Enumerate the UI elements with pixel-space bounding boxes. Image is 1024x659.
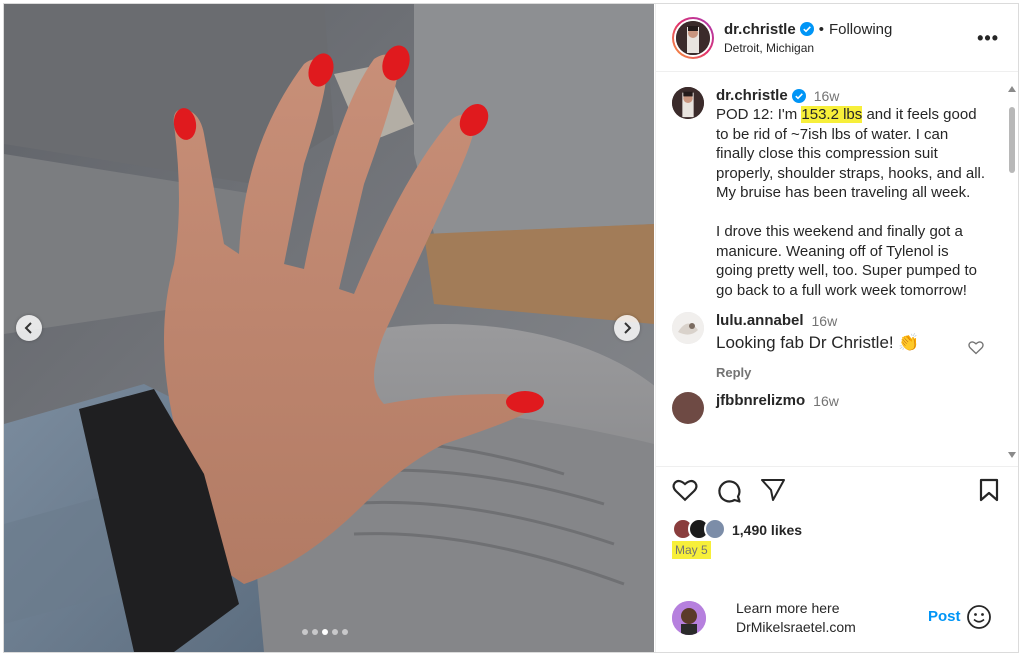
comment-text: Looking fab Dr Christle! 👏 [716,333,920,352]
caption-text-start: POD 12: I'm [716,106,802,123]
chevron-right-icon [624,322,632,334]
caption-paragraph-2: I drove this weekend and finally got a m… [716,223,977,299]
commenter-avatar[interactable] [672,392,704,424]
comment-input-line2: DrMikelsraetel.com [736,619,856,635]
share-paper-plane-icon[interactable] [760,478,786,502]
caption-time: 16w [813,87,840,104]
comments-section[interactable]: dr.christle 16w POD 12: I'm 153.2 lbs an… [656,73,1018,467]
comment-item: lulu.annabel 16w Looking fab Dr Christle… [656,300,1018,380]
like-comment-heart-icon[interactable] [968,340,984,355]
header-separator: • [818,20,824,38]
avatar-icon [676,20,710,55]
post-dialog: dr.christle • Following Detroit, Michiga… [3,3,1019,653]
comment-time: 16w [813,392,839,409]
emoji-icon[interactable] [966,604,992,630]
scrollbar-thumb[interactable] [1009,107,1015,173]
save-bookmark-icon[interactable] [978,478,1000,502]
scroll-down-arrow-icon[interactable] [1007,451,1017,459]
following-button[interactable]: Following [829,21,892,38]
post-location[interactable]: Detroit, Michigan [724,41,892,55]
current-user-avatar [672,601,706,635]
like-heart-icon[interactable] [672,478,698,502]
commenter-username[interactable]: lulu.annabel [716,312,804,329]
comment-input[interactable]: Learn more here DrMikelsraetel.com [736,599,856,637]
comment-item: jfbbnrelizmo 16w [656,380,1018,424]
comment-bubble-icon[interactable] [716,478,742,504]
liker-avatar [704,518,726,540]
scroll-up-arrow-icon[interactable] [1007,85,1017,93]
caption-text: POD 12: I'm 153.2 lbs and it feels good … [716,105,986,203]
highlighted-weight: 153.2 lbs [801,106,863,123]
carousel-dot [312,629,318,635]
caption-username[interactable]: dr.christle [716,87,788,104]
carousel-dot [302,629,308,635]
chevron-left-icon [24,322,32,334]
commenter-avatar[interactable] [672,312,704,344]
post-caption: dr.christle 16w POD 12: I'm 153.2 lbs an… [656,73,1018,300]
comment-input-line1: Learn more here [736,600,840,616]
verified-badge-icon [799,22,814,36]
likes-row: 1,490 likes [672,518,802,542]
add-comment-bar: Learn more here DrMikelsraetel.com Post [656,588,1018,648]
next-photo-button[interactable] [614,315,640,341]
carousel-dot [332,629,338,635]
previous-photo-button[interactable] [16,315,42,341]
reply-button[interactable]: Reply [716,365,920,380]
carousel-dot-active [322,629,328,635]
post-header: dr.christle • Following Detroit, Michiga… [656,4,1018,72]
commenter-username[interactable]: jfbbnrelizmo [716,392,805,409]
avatar-icon [672,312,704,344]
comments-scrollbar[interactable] [1006,81,1018,459]
post-side-panel: dr.christle • Following Detroit, Michiga… [655,4,1018,652]
avatar-icon [672,87,704,119]
photo-scene [4,4,654,652]
verified-badge-icon [791,88,806,103]
avatar-icon [672,601,706,635]
action-bar [672,478,1006,510]
carousel-dots [302,629,348,635]
more-options-button[interactable]: ••• [977,28,999,49]
carousel-dot [342,629,348,635]
comment-time: 16w [811,312,838,329]
author-username[interactable]: dr.christle [724,21,796,38]
post-comment-button[interactable]: Post [928,608,961,625]
author-avatar[interactable] [672,16,714,59]
post-date[interactable]: May 5 [672,541,711,559]
likes-count[interactable]: 1,490 likes [732,522,802,538]
liker-avatars [672,518,728,542]
caption-avatar[interactable] [672,87,704,119]
post-photo[interactable] [4,4,654,652]
